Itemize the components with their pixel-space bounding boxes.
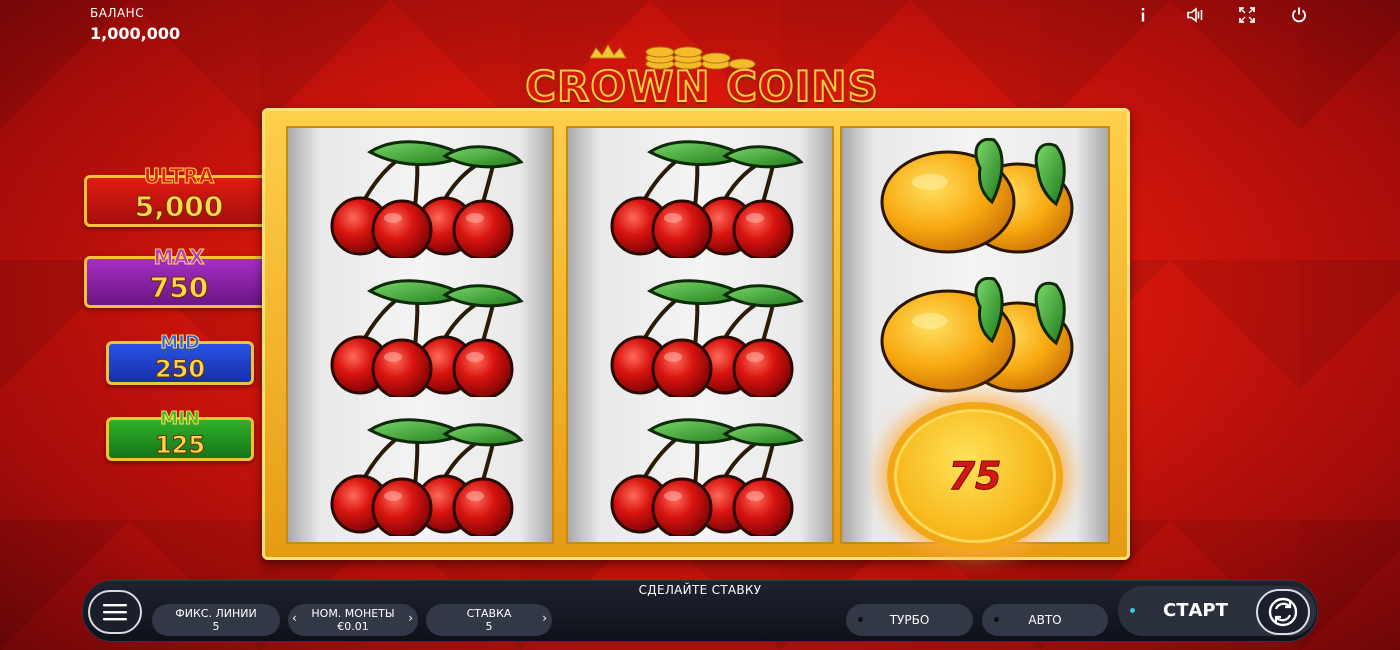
jackpot-min: MIN 125	[106, 408, 254, 461]
reel-1	[286, 126, 554, 544]
coin-denomination: €0.01	[337, 620, 369, 633]
jackpot-name: MAX	[153, 245, 205, 270]
refresh-icon	[1268, 597, 1298, 627]
cherries-symbol	[568, 267, 832, 406]
jackpot-ultra: ULTRA 5,000	[84, 164, 274, 227]
coin-symbol: 75	[842, 396, 1108, 556]
fixed-lines-display: ФИКС. ЛИНИИ 5	[152, 604, 280, 636]
turbo-toggle[interactable]: ТУРБО	[846, 604, 973, 636]
cherries-symbol	[288, 128, 552, 267]
spin-button[interactable]	[1256, 589, 1310, 635]
turbo-label: ТУРБО	[889, 613, 930, 627]
coin-value: 75	[948, 454, 1002, 499]
toggle-indicator	[858, 617, 863, 622]
start-indicator	[1130, 608, 1135, 613]
jackpot-mid: MID 250	[106, 332, 254, 385]
fullscreen-icon[interactable]	[1236, 4, 1258, 26]
balance-label: БАЛАНС	[90, 6, 145, 20]
chevron-right-icon[interactable]: ›	[542, 612, 547, 625]
reel-3: 75	[840, 126, 1110, 550]
sound-icon[interactable]	[1184, 4, 1206, 26]
top-icon-bar	[1132, 4, 1310, 26]
game-logo: CROWN COINS	[490, 44, 914, 112]
auto-label: АВТО	[1028, 613, 1062, 627]
logo-text: CROWN COINS	[524, 61, 879, 112]
bet-label: СТАВКА	[466, 607, 512, 620]
info-icon[interactable]	[1132, 4, 1154, 26]
hamburger-icon	[103, 604, 127, 621]
auto-toggle[interactable]: АВТО	[982, 604, 1108, 636]
balance-display: БАЛАНС 1,000,000	[90, 6, 180, 43]
menu-button[interactable]	[88, 590, 142, 634]
lines-value: 5	[212, 620, 220, 633]
start-label[interactable]: СТАРТ	[1163, 600, 1228, 621]
reel-2	[566, 126, 834, 544]
jackpot-value: 5,000	[134, 190, 224, 224]
balance-value: 1,000,000	[90, 24, 181, 43]
jackpot-name: ULTRA	[143, 164, 215, 189]
cherries-symbol	[568, 128, 832, 267]
coin-label: НОМ. МОНЕТЫ	[311, 607, 395, 620]
cherries-symbol	[288, 406, 552, 545]
chevron-right-icon[interactable]: ›	[408, 612, 413, 625]
jackpot-value: 125	[154, 431, 206, 460]
orange-symbol	[842, 267, 1108, 406]
coin-value-selector: ‹ НОМ. МОНЕТЫ €0.01 ›	[288, 604, 418, 636]
bet-value: 5	[485, 620, 493, 633]
jackpot-max: MAX 750	[84, 245, 274, 308]
cherries-symbol	[568, 406, 832, 545]
jackpot-value: 750	[149, 271, 209, 305]
cherries-symbol	[288, 267, 552, 406]
orange-symbol	[842, 128, 1108, 267]
reels-frame: 75	[262, 108, 1130, 560]
toggle-indicator	[994, 617, 999, 622]
coin-icon: 75	[887, 402, 1063, 550]
jackpot-name: MIN	[160, 408, 201, 430]
chevron-left-icon[interactable]: ‹	[292, 612, 297, 625]
jackpot-name: MID	[160, 332, 201, 354]
power-icon[interactable]	[1288, 4, 1310, 26]
lines-label: ФИКС. ЛИНИИ	[175, 607, 257, 620]
jackpot-value: 250	[154, 355, 206, 384]
bet-selector: СТАВКА 5 ›	[426, 604, 552, 636]
